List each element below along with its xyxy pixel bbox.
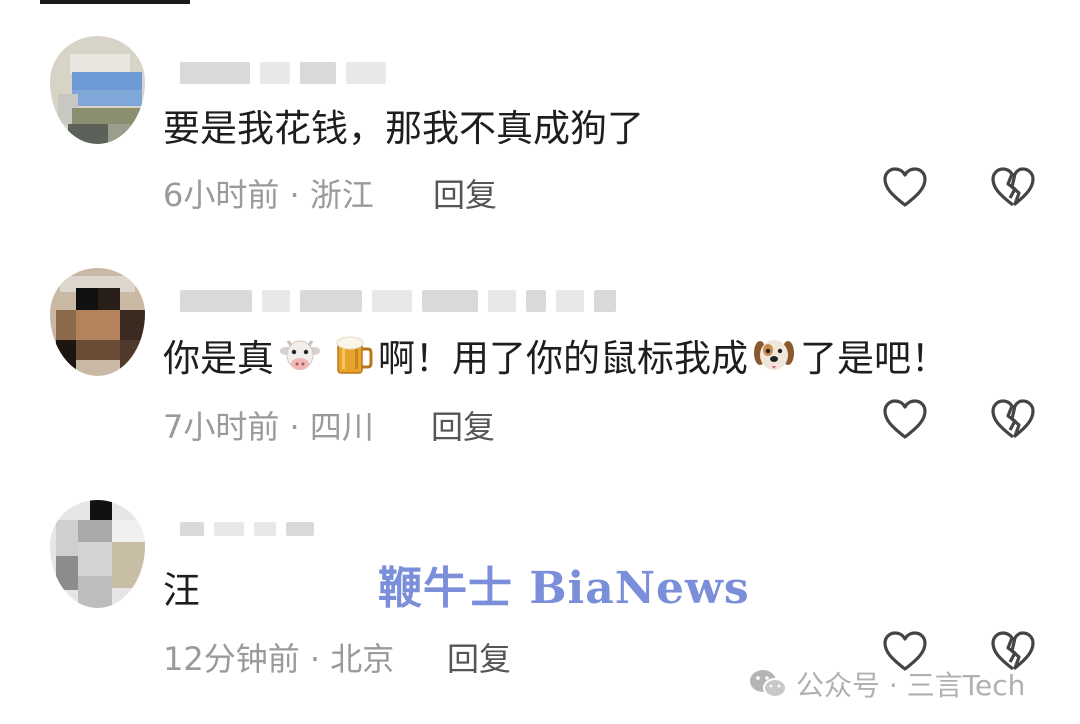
comment-meta: 6小时前 · 浙江	[163, 176, 374, 214]
dog-face-emoji	[754, 340, 794, 370]
cow-emoji	[280, 340, 320, 370]
user-avatar[interactable]	[50, 500, 145, 608]
comment-text-part: 汪	[163, 569, 200, 612]
reply-button[interactable]: 回复	[447, 634, 511, 680]
comment-meta: 7小时前 · 四川	[163, 408, 374, 446]
comment-text-part: 你是真	[163, 337, 274, 380]
comment-text: 汪	[163, 562, 200, 612]
comment-text-part: 啊！用了你的鼠标我成	[378, 337, 748, 380]
comment-text: 你是真 啊！用了你的鼠标我成 了是吧！	[163, 330, 948, 380]
username-blurred[interactable]	[180, 514, 340, 544]
heart-outline-icon[interactable]	[882, 398, 928, 440]
wechat-icon	[750, 670, 787, 698]
heart-outline-icon[interactable]	[882, 166, 928, 208]
watermark-text: 鞭牛士 BiaNews	[378, 563, 750, 614]
source-text: 公众号 · 三言Tech	[796, 669, 1026, 702]
comment-meta: 12分钟前 · 北京	[163, 640, 395, 678]
user-avatar[interactable]	[50, 36, 145, 144]
username-blurred[interactable]	[180, 58, 640, 88]
top-divider	[40, 0, 190, 4]
source-label: 公众号 · 三言Tech	[748, 664, 1025, 704]
username-blurred[interactable]	[180, 286, 640, 316]
reply-button[interactable]: 回复	[433, 170, 497, 216]
user-avatar[interactable]	[50, 268, 145, 376]
comment-text: 要是我花钱，那我不真成狗了	[163, 100, 644, 150]
comment-text-part: 要是我花钱，那我不真成狗了	[163, 107, 644, 150]
comment-text-part: 了是吧！	[800, 337, 948, 380]
broken-heart-outline-icon[interactable]	[990, 398, 1036, 440]
broken-heart-outline-icon[interactable]	[990, 166, 1036, 208]
beer-mug-emoji	[336, 336, 373, 374]
reply-button[interactable]: 回复	[431, 402, 495, 448]
